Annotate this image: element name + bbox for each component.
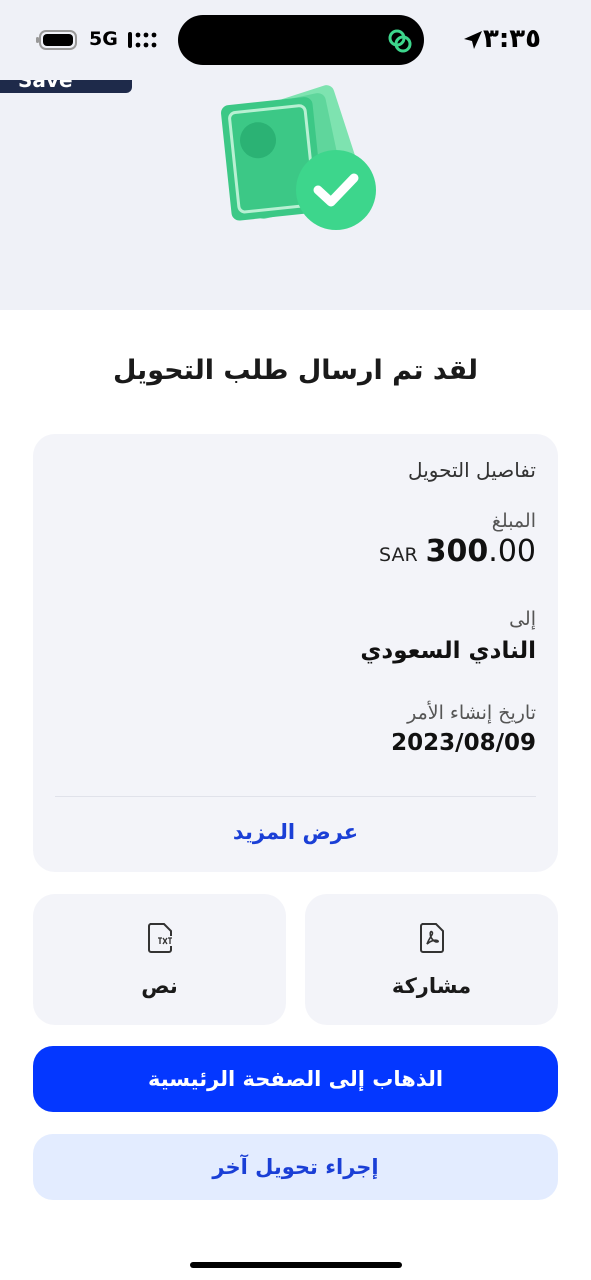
status-bar: 5G ٣:٣٥ (0, 0, 591, 80)
show-more-link[interactable]: عرض المزيد (33, 820, 558, 844)
save-banner-text: Save (18, 80, 73, 92)
network-type: 5G (89, 28, 118, 50)
details-heading: تفاصيل التحويل (408, 458, 536, 482)
amount-decimal: .00 (488, 534, 536, 569)
text-label: نص (141, 974, 178, 998)
recipient-label: إلى (509, 608, 536, 630)
go-home-button[interactable]: الذهاب إلى الصفحة الرئيسية (33, 1046, 558, 1112)
date-value: 2023/08/09 (391, 730, 536, 756)
status-time: ٣:٣٥ (482, 24, 541, 54)
save-banner: Save (0, 80, 132, 93)
share-label: مشاركة (391, 974, 472, 998)
home-indicator[interactable] (190, 1262, 402, 1268)
page-title: لقد تم ارسال طلب التحويل (112, 355, 479, 386)
link-icon (388, 29, 412, 53)
money-check-icon (221, 85, 376, 230)
amount-label: المبلغ (491, 510, 536, 532)
transfer-details-card: تفاصيل التحويل المبلغ SAR 300.00 إلى الن… (33, 434, 558, 872)
amount-currency: SAR (379, 544, 418, 566)
dynamic-island (178, 15, 424, 65)
recipient-value: النادي السعودي (360, 638, 536, 664)
amount-value: SAR 300.00 (379, 534, 536, 569)
signal-icon (128, 32, 157, 48)
text-button[interactable]: نص (33, 894, 286, 1025)
pdf-file-icon (419, 923, 444, 953)
new-transfer-button[interactable]: إجراء تحويل آخر (33, 1134, 558, 1200)
card-divider (55, 796, 536, 797)
txt-file-icon (147, 923, 175, 953)
share-button[interactable]: مشاركة (305, 894, 558, 1025)
date-label: تاريخ إنشاء الأمر (407, 702, 536, 724)
amount-integer: 300 (425, 534, 489, 569)
battery-icon (36, 30, 77, 50)
location-arrow-icon (464, 31, 482, 49)
